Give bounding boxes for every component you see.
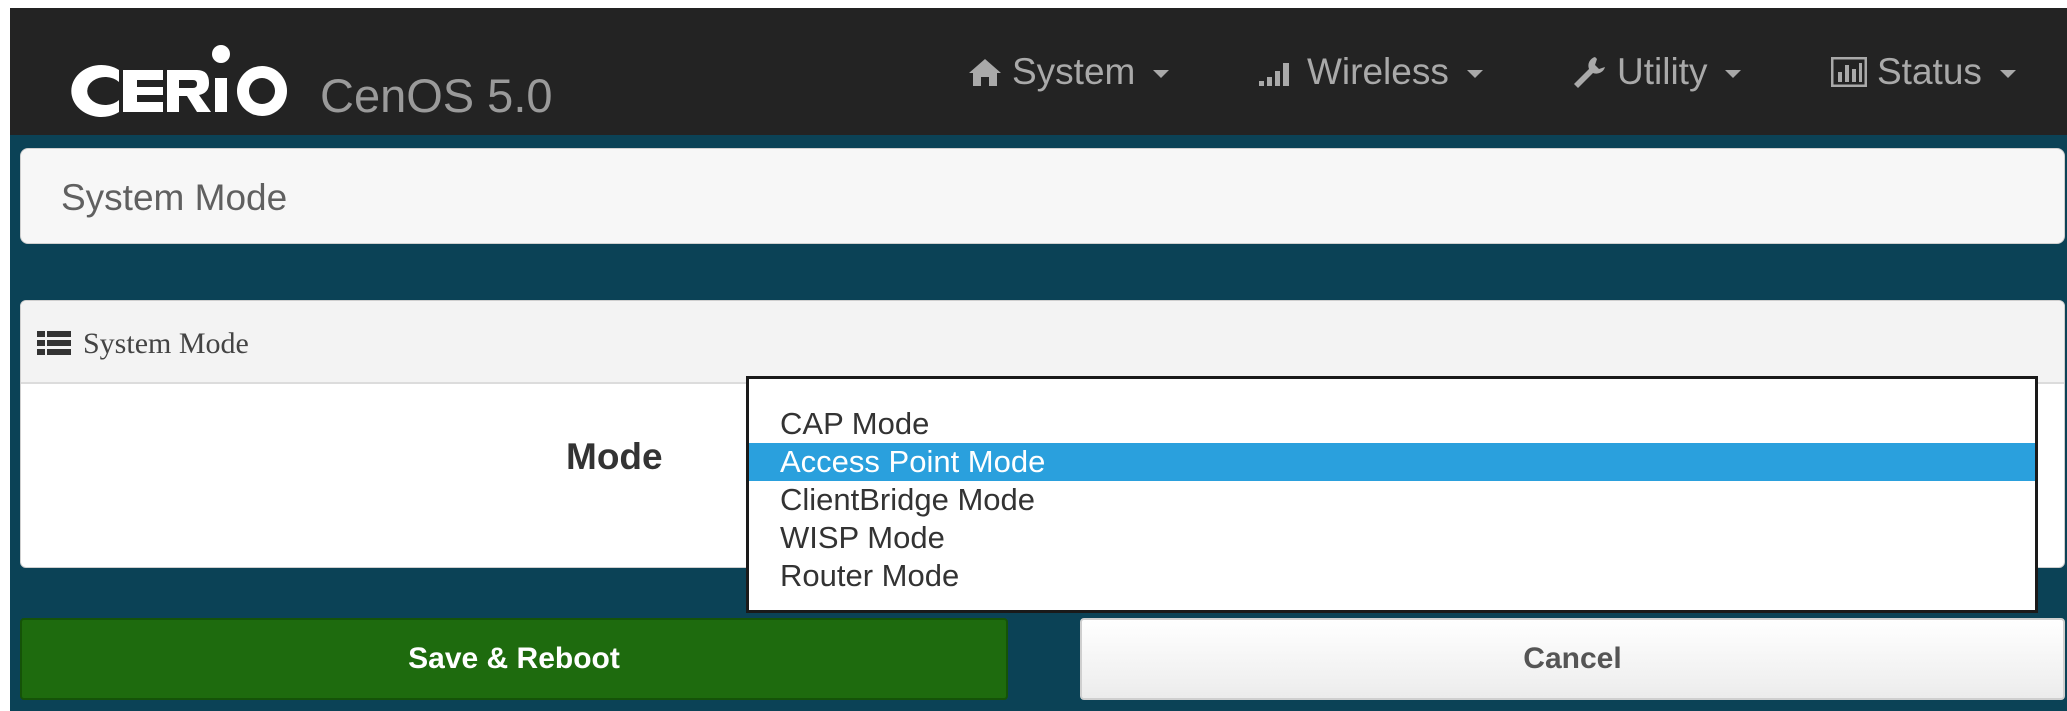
wrench-icon (1574, 57, 1605, 88)
app-frame: CenOS 5.0 System Wireless Utility Status… (10, 8, 2067, 711)
nav-utility-label: Utility (1617, 51, 1708, 92)
mode-option-router[interactable]: Router Mode (749, 557, 2035, 595)
nav-wireless[interactable]: Wireless (1257, 46, 1483, 98)
panel-heading: System Mode (21, 301, 2064, 384)
list-icon (37, 331, 71, 355)
chevron-down-icon (1466, 70, 1483, 78)
cerio-logo (71, 45, 287, 118)
nav-system-label: System (1012, 51, 1136, 92)
nav-utility[interactable]: Utility (1571, 46, 1742, 98)
mode-option-wisp[interactable]: WISP Mode (749, 519, 2035, 557)
product-version: CenOS 5.0 (320, 69, 553, 122)
page-title-bar: System Mode (20, 148, 2065, 244)
mode-option-access-point[interactable]: Access Point Mode (749, 443, 2035, 481)
chevron-down-icon (1153, 70, 1170, 78)
mode-option-cap[interactable]: CAP Mode (749, 405, 2035, 443)
save-reboot-button[interactable]: Save & Reboot (20, 618, 1008, 700)
chevron-down-icon (1999, 70, 2016, 78)
nav-wireless-label: Wireless (1307, 51, 1449, 92)
cancel-button[interactable]: Cancel (1080, 618, 2065, 700)
mode-label: Mode (566, 436, 663, 477)
nav-system[interactable]: System (968, 46, 1170, 98)
bar-chart-icon (1831, 57, 1867, 87)
signal-bars-icon (1259, 63, 1289, 86)
page-title: System Mode (61, 177, 288, 218)
mode-option-clientbridge[interactable]: ClientBridge Mode (749, 481, 2035, 519)
panel-heading-title: System Mode (83, 327, 249, 360)
top-navbar: CenOS 5.0 System Wireless Utility Status (10, 8, 2067, 135)
mode-select-dropdown[interactable]: CAP Mode Access Point Mode ClientBridge … (746, 376, 2038, 613)
chevron-down-icon (1725, 70, 1742, 78)
nav-status-label: Status (1877, 51, 1982, 92)
home-icon (969, 59, 1001, 86)
nav-status[interactable]: Status (1831, 46, 2016, 98)
